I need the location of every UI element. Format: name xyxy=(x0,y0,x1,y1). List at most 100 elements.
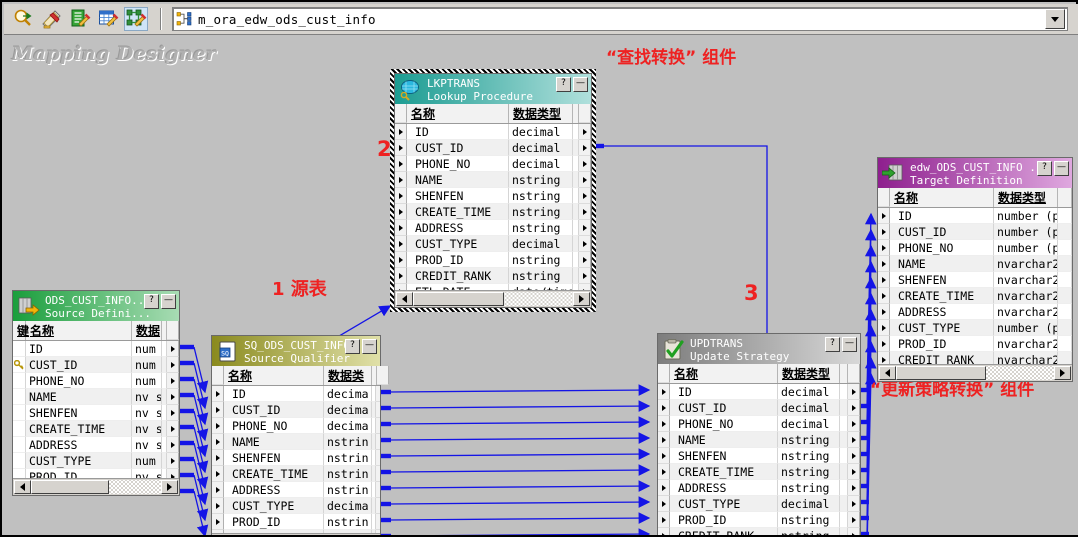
port-link-handle-left[interactable] xyxy=(658,480,670,496)
help-button[interactable]: ? xyxy=(556,77,571,92)
port-row[interactable]: SHENFEN nstrin xyxy=(212,450,380,466)
port-link-handle-left[interactable] xyxy=(658,496,670,512)
port-link-handle-left[interactable] xyxy=(395,156,407,172)
scroll-right-button[interactable] xyxy=(1054,366,1071,380)
transformation-update_strategy[interactable]: UPDTRANS Update Strategy ? — 名称 数据类型 ID de… xyxy=(657,333,861,535)
port-link-handle-left[interactable] xyxy=(395,188,407,204)
port-row[interactable]: CREATE_TIME nstring xyxy=(658,464,860,480)
port-link-handle-left[interactable] xyxy=(395,252,407,268)
port-link-handle-left[interactable] xyxy=(212,402,224,418)
window-titlebar[interactable]: ODS_CUST_INFO... Source Defini... ? — xyxy=(13,291,179,321)
port-row[interactable]: ADDRESS nstrin xyxy=(212,482,380,498)
port-link-handle-left[interactable] xyxy=(212,466,224,482)
port-link-handle-right[interactable] xyxy=(167,389,179,405)
port-link-handle-right[interactable] xyxy=(579,268,591,284)
port-row[interactable]: CUST_ID decima xyxy=(212,402,380,418)
window-titlebar[interactable]: SQ SQ_ODS_CUST_INFO Source Qualifier ? — xyxy=(212,336,380,366)
port-row[interactable]: CUST_TYPEnumber (p, s xyxy=(878,320,1072,336)
port-row[interactable]: PROD_ID nv s xyxy=(13,469,179,478)
port-link-handle-left[interactable] xyxy=(395,172,407,188)
port-row[interactable]: CUST_TYPE decimal xyxy=(658,496,860,512)
port-row[interactable]: NAME nvarchar2 xyxy=(878,256,1072,272)
port-link-handle-left[interactable] xyxy=(212,418,224,434)
port-link-handle-left[interactable] xyxy=(395,220,407,236)
mapping-canvas[interactable]: Mapping Designer ODS_CUST_INFO... Source… xyxy=(4,35,1078,535)
port-link-handle-left[interactable] xyxy=(878,288,890,304)
port-row[interactable]: CREDIT_RANK nvarchar2 xyxy=(878,352,1072,364)
transformation-source_definition[interactable]: ODS_CUST_INFO... Source Defini... ? — 键名… xyxy=(12,290,180,496)
zoom-tool-icon[interactable] xyxy=(12,7,36,31)
port-row[interactable]: CUST_TYPE decima xyxy=(212,498,380,514)
port-link-handle-right[interactable] xyxy=(376,498,380,514)
scroll-left-button[interactable] xyxy=(14,480,31,494)
help-button[interactable]: ? xyxy=(144,294,159,309)
port-link-handle-left[interactable] xyxy=(658,432,670,448)
port-link-handle-right[interactable] xyxy=(579,252,591,268)
port-link-handle-right[interactable] xyxy=(376,418,380,434)
port-link-handle-left[interactable] xyxy=(878,208,890,224)
port-link-handle-left[interactable] xyxy=(212,434,224,450)
port-link-handle-left[interactable] xyxy=(658,384,670,400)
port-link-handle-left[interactable] xyxy=(878,224,890,240)
port-link-handle-left[interactable] xyxy=(878,240,890,256)
port-link-handle-right[interactable] xyxy=(848,480,860,496)
port-row[interactable]: ID decima xyxy=(212,386,380,402)
port-row[interactable]: ADDRESS nv s xyxy=(13,437,179,453)
port-row[interactable]: CUST_ID decimal xyxy=(395,140,591,156)
port-link-handle-right[interactable] xyxy=(579,124,591,140)
port-link-handle-left[interactable] xyxy=(658,400,670,416)
port-link-handle-right[interactable] xyxy=(376,514,380,530)
port-link-handle-left[interactable] xyxy=(658,528,670,535)
port-link-handle-right[interactable] xyxy=(848,400,860,416)
minimize-button[interactable]: — xyxy=(842,337,857,352)
table-edit-icon[interactable] xyxy=(96,7,120,31)
port-link-handle-right[interactable] xyxy=(579,188,591,204)
port-row[interactable]: NAME nv s xyxy=(13,389,179,405)
port-link-handle-left[interactable] xyxy=(878,336,890,352)
port-link-handle-right[interactable] xyxy=(579,236,591,252)
port-link-handle-right[interactable] xyxy=(848,512,860,528)
port-link-handle-right[interactable] xyxy=(579,172,591,188)
port-row[interactable]: NAME nstrin xyxy=(212,434,380,450)
port-row[interactable]: SHENFEN nstring xyxy=(395,188,591,204)
mapping-selector-combobox[interactable]: m_ora_edw_ods_cust_info xyxy=(172,7,1068,31)
port-link-handle-right[interactable] xyxy=(167,405,179,421)
port-row[interactable]: PHONE_NOnumber (p, s xyxy=(878,240,1072,256)
port-link-handle-right[interactable] xyxy=(167,373,179,389)
port-row[interactable]: PROD_ID nvarchar2 xyxy=(878,336,1072,352)
minimize-button[interactable]: — xyxy=(573,77,588,92)
horizontal-scrollbar[interactable] xyxy=(395,290,591,307)
line-tool-icon[interactable] xyxy=(40,7,64,31)
port-link-handle-left[interactable] xyxy=(878,304,890,320)
transformation-source_qualifier[interactable]: SQ SQ_ODS_CUST_INFO Source Qualifier ? —… xyxy=(211,335,389,535)
port-row[interactable]: CUST_TYPE num xyxy=(13,453,179,469)
port-link-handle-right[interactable] xyxy=(848,496,860,512)
port-link-handle-left[interactable] xyxy=(212,482,224,498)
scroll-trough[interactable] xyxy=(504,292,573,306)
port-row[interactable]: CREATE_TIME nv s xyxy=(13,421,179,437)
port-link-handle-left[interactable] xyxy=(878,320,890,336)
port-link-handle-left[interactable] xyxy=(878,272,890,288)
port-link-handle-right[interactable] xyxy=(167,453,179,469)
port-link-handle-right[interactable] xyxy=(376,482,380,498)
help-button[interactable]: ? xyxy=(825,337,840,352)
port-link-handle-left[interactable] xyxy=(878,352,890,364)
scroll-thumb[interactable] xyxy=(413,292,504,306)
port-link-handle-right[interactable] xyxy=(579,204,591,220)
scroll-trough[interactable] xyxy=(109,480,161,494)
port-row[interactable]: PHONE_NO num xyxy=(13,373,179,389)
edit-note-icon[interactable] xyxy=(68,7,92,31)
port-link-handle-left[interactable] xyxy=(395,236,407,252)
port-row[interactable]: ADDRESS nvarchar2 xyxy=(878,304,1072,320)
port-link-handle-left[interactable] xyxy=(395,268,407,284)
port-link-handle-right[interactable] xyxy=(848,384,860,400)
scroll-right-button[interactable] xyxy=(161,480,178,494)
port-link-handle-left[interactable] xyxy=(658,416,670,432)
port-row[interactable]: SHENFEN nvarchar2 xyxy=(878,272,1072,288)
transformation-lookup_procedure[interactable]: LKPTRANS Lookup Procedure ? — 名称 数据类型 ID d… xyxy=(390,69,596,312)
port-row[interactable]: CREATE_TIME nstring xyxy=(395,204,591,220)
port-row[interactable]: PHONE_NO decima xyxy=(212,418,380,434)
window-titlebar[interactable]: UPDTRANS Update Strategy ? — xyxy=(658,334,860,364)
port-link-handle-right[interactable] xyxy=(848,464,860,480)
scroll-trough[interactable] xyxy=(986,366,1054,380)
